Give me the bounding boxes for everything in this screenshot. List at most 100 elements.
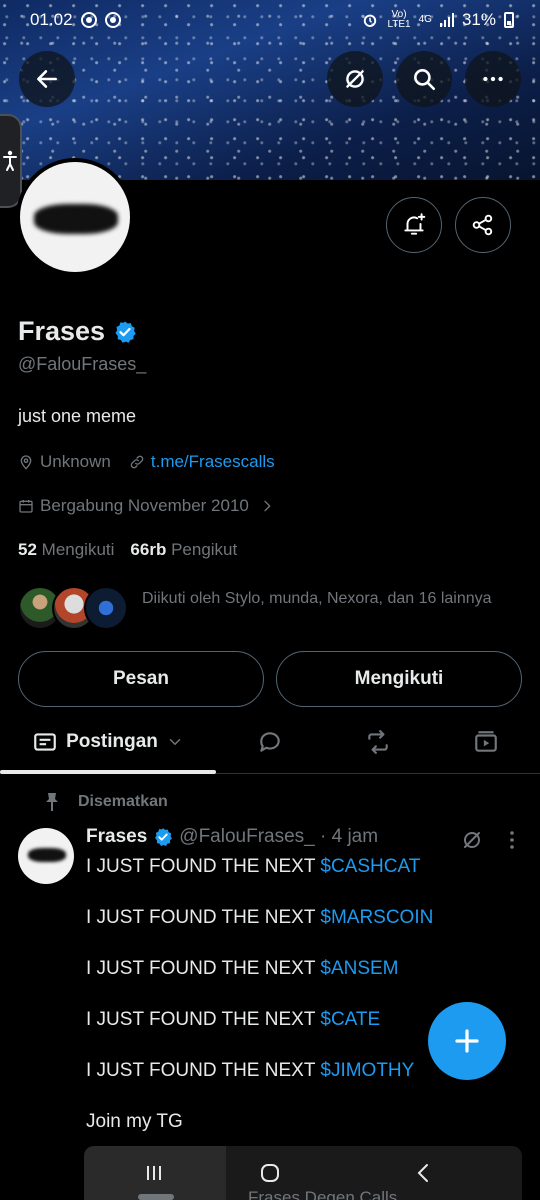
display-name: Frases: [18, 316, 106, 346]
chevron-down-icon: [169, 739, 181, 746]
reply-icon: [260, 732, 280, 752]
search-icon: [414, 69, 436, 91]
pin-icon: [46, 793, 58, 811]
accessibility-icon: [3, 150, 17, 171]
post-line-text: I JUST FOUND THE NEXT: [86, 1009, 321, 1030]
tab-replies[interactable]: [216, 712, 324, 772]
cashtag-link[interactable]: $MARSCOIN: [320, 907, 433, 928]
avatar-image: [20, 162, 130, 272]
more-button[interactable]: [465, 51, 521, 107]
peek-handle: [138, 1194, 174, 1200]
cashtag-link[interactable]: $JIMOTHY: [320, 1060, 414, 1081]
cashtag-link[interactable]: $CASHCAT: [320, 856, 420, 877]
post-author-name[interactable]: Frases: [86, 826, 147, 848]
status-bar: 01.02 Vo) LTE1 4G 31%: [0, 0, 540, 40]
compose-button[interactable]: [428, 1002, 506, 1080]
calendar-icon: [19, 500, 33, 513]
post-avatar-redaction: [28, 848, 66, 862]
chevron-left-icon: [417, 1164, 428, 1182]
post-line: I JUST FOUND THE NEXT $CASHCAT: [86, 856, 420, 878]
followers-label: Pengikut: [171, 540, 238, 559]
tab-media[interactable]: [432, 712, 540, 772]
cashtag-link[interactable]: $CATE: [320, 1009, 380, 1030]
post-line: I JUST FOUND THE NEXT $ANSEM: [86, 958, 399, 980]
followers-count: 66rb: [130, 540, 167, 559]
follow-stats: 52 Mengikuti 66rb Pengikut: [18, 540, 237, 560]
bell-plus-icon: [404, 213, 426, 235]
more-vertical-icon[interactable]: [504, 828, 520, 852]
grok-button[interactable]: [327, 51, 383, 107]
tab-underline: [0, 770, 216, 774]
post-author-meta: @FalouFrases_ · 4 jam: [179, 826, 379, 847]
back-button[interactable]: [19, 51, 75, 107]
profile-bio: just one meme: [18, 406, 137, 426]
following-stat[interactable]: 52 Mengikuti: [18, 540, 114, 560]
battery-icon: [504, 12, 514, 28]
location-pin-icon: [20, 455, 32, 470]
followed-by-row[interactable]: Diikuti oleh Stylo, munda, Nexora, dan 1…: [18, 582, 528, 632]
profile-tabs: Postingan: [0, 712, 540, 774]
plus-icon: [455, 1029, 479, 1053]
repost-icon: [368, 730, 388, 754]
followed-by-text: Diikuti oleh Stylo, munda, Nexora, dan 1…: [142, 590, 492, 607]
accessibility-tab[interactable]: [0, 114, 22, 208]
recents-icon: [147, 1166, 161, 1180]
post-line: I JUST FOUND THE NEXT $MARSCOIN: [86, 907, 433, 929]
profile-joined: Bergabung November 2010: [40, 496, 249, 515]
following-count: 52: [18, 540, 37, 559]
post-line: I JUST FOUND THE NEXT $JIMOTHY: [86, 1060, 414, 1082]
verified-badge-icon: [155, 828, 173, 846]
post-avatar[interactable]: [18, 828, 74, 884]
meta-row-joined[interactable]: Bergabung November 2010: [18, 496, 275, 516]
pinned-label: Disematkan: [78, 793, 168, 810]
posts-tab-icon: [34, 733, 56, 751]
signal-type: 4G: [418, 14, 432, 25]
network-indicator: Vo) LTE1: [387, 10, 410, 30]
signal-bars-icon: [439, 13, 454, 27]
following-label: Mengikuti: [41, 540, 115, 559]
search-button[interactable]: [396, 51, 452, 107]
post-line-text: I JUST FOUND THE NEXT: [86, 958, 321, 979]
tab-reposts[interactable]: [324, 712, 432, 772]
pinned-indicator: Disematkan: [44, 792, 168, 812]
avatar-redaction: [34, 204, 118, 234]
status-left: 01.02: [30, 10, 121, 30]
chevron-right-icon: [264, 500, 271, 512]
post-line-text: I JUST FOUND THE NEXT: [86, 907, 321, 928]
followers-stat[interactable]: 66rb Pengikut: [130, 540, 237, 560]
message-button[interactable]: Pesan: [18, 651, 264, 707]
tab-posts[interactable]: Postingan: [0, 712, 216, 774]
network-bottom: LTE1: [387, 19, 411, 30]
verified-badge-icon[interactable]: [113, 320, 137, 344]
notification-icon: [80, 12, 97, 28]
grok-icon[interactable]: [460, 828, 484, 852]
post-line: I JUST FOUND THE NEXT $CATE: [86, 1009, 380, 1031]
cashtag-link[interactable]: $ANSEM: [320, 958, 398, 979]
grok-icon: [346, 70, 364, 88]
profile-website[interactable]: t.me/Frasescalls: [151, 452, 275, 472]
status-time: 01.02: [30, 10, 73, 29]
media-icon: [475, 731, 497, 752]
post-line-text: I JUST FOUND THE NEXT: [86, 856, 321, 877]
notification-icon-2: [104, 12, 121, 28]
link-icon: [130, 455, 144, 469]
name-row: Frases: [18, 316, 137, 347]
arrow-left-icon: [37, 70, 57, 88]
post-footer-text: Join my TG: [86, 1111, 183, 1132]
notify-button[interactable]: [386, 197, 442, 253]
profile-avatar[interactable]: [16, 158, 134, 276]
post-line-text: I JUST FOUND THE NEXT: [86, 1060, 321, 1081]
peek-text: Frases Degen Calls: [248, 1188, 398, 1200]
following-button[interactable]: Mengikuti: [276, 651, 522, 707]
share-button[interactable]: [455, 197, 511, 253]
follower-avatar-3: [84, 586, 128, 630]
battery-percent: 31%: [461, 10, 496, 29]
status-right: Vo) LTE1 4G 31%: [361, 10, 514, 30]
tab-posts-label: Postingan: [66, 731, 158, 752]
profile-handle: @FalouFrases_: [18, 354, 147, 374]
home-icon: [261, 1164, 279, 1182]
meta-row-location: Unknown t.me/Frasescalls: [18, 452, 275, 472]
alarm-icon: [364, 14, 377, 27]
share-icon: [472, 214, 493, 236]
profile-location: Unknown: [40, 452, 111, 471]
